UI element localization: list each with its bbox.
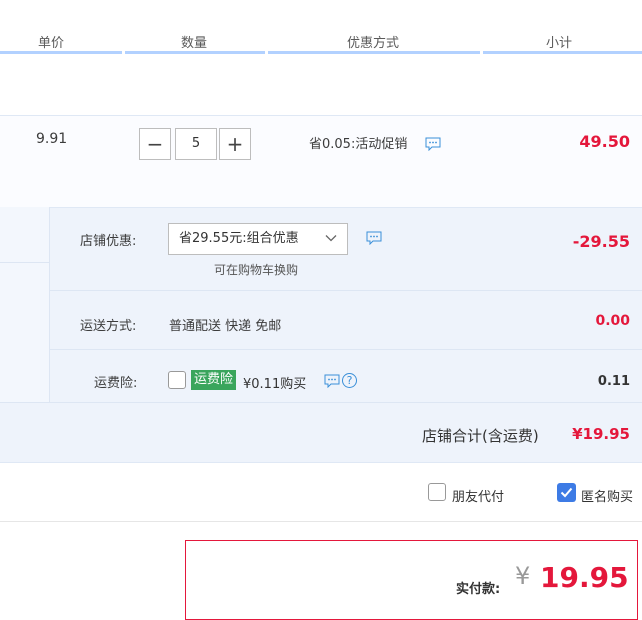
header-underline bbox=[268, 51, 480, 54]
unit-price: 9.91 bbox=[36, 131, 68, 147]
section-gutter bbox=[0, 263, 50, 403]
insurance-badge: 运费险 bbox=[191, 370, 237, 390]
payment-label: 实付款: bbox=[456, 582, 501, 597]
insurance-checkbox[interactable] bbox=[168, 371, 186, 389]
promotion-text: 省0.05:活动促销 bbox=[309, 137, 408, 152]
shipping-method: 普通配送 快递 免邮 bbox=[169, 319, 282, 334]
message-icon[interactable] bbox=[425, 137, 441, 151]
insurance-price: ¥0.11购买 bbox=[243, 377, 307, 392]
header-quantity: 数量 bbox=[181, 36, 208, 51]
quantity-increase-button[interactable]: + bbox=[219, 128, 251, 160]
shipping-label: 运送方式: bbox=[80, 319, 137, 334]
anonymous-checkbox[interactable] bbox=[557, 483, 576, 502]
header-underline bbox=[483, 51, 642, 54]
discount-hint: 可在购物车换购 bbox=[214, 263, 299, 277]
row-divider bbox=[50, 349, 642, 350]
row-divider bbox=[0, 402, 642, 403]
shipping-value: 0.00 bbox=[595, 313, 630, 329]
insurance-label: 运费险: bbox=[94, 376, 138, 391]
item-subtotal: 49.50 bbox=[579, 132, 630, 151]
shop-total-label: 店铺合计(含运费) bbox=[422, 427, 539, 445]
message-icon[interactable] bbox=[366, 231, 382, 245]
header-underline bbox=[125, 51, 265, 54]
message-icon[interactable] bbox=[324, 374, 340, 388]
shop-total-value: ¥19.95 bbox=[572, 425, 630, 443]
anonymous-label[interactable]: 匿名购买 bbox=[581, 486, 633, 505]
currency-symbol: ¥ bbox=[515, 562, 531, 590]
chevron-down-icon bbox=[325, 235, 337, 242]
row-divider bbox=[50, 290, 642, 291]
friend-pay-label[interactable]: 朋友代付 bbox=[452, 486, 504, 505]
quantity-decrease-button[interactable]: − bbox=[139, 128, 171, 160]
item-row bbox=[0, 115, 642, 207]
shop-discount-selected: 省29.55元:组合优惠 bbox=[179, 231, 299, 246]
header-price: 单价 bbox=[38, 36, 65, 51]
payment-amount: 19.95 bbox=[540, 561, 629, 594]
shop-discount-label: 店铺优惠: bbox=[80, 234, 137, 249]
checkmark-icon bbox=[560, 487, 573, 498]
help-circle-icon[interactable]: ? bbox=[342, 373, 357, 388]
header-promotion: 优惠方式 bbox=[347, 36, 400, 51]
shop-discount-select[interactable]: 省29.55元:组合优惠 bbox=[168, 223, 348, 255]
friend-pay-checkbox[interactable] bbox=[428, 483, 446, 501]
insurance-value: 0.11 bbox=[597, 374, 630, 389]
header-underline bbox=[0, 51, 122, 54]
section-divider bbox=[0, 521, 642, 522]
shop-discount-value: -29.55 bbox=[572, 232, 630, 251]
header-subtotal: 小计 bbox=[546, 36, 573, 51]
section-gutter bbox=[0, 207, 50, 263]
quantity-input[interactable]: 5 bbox=[175, 128, 217, 160]
